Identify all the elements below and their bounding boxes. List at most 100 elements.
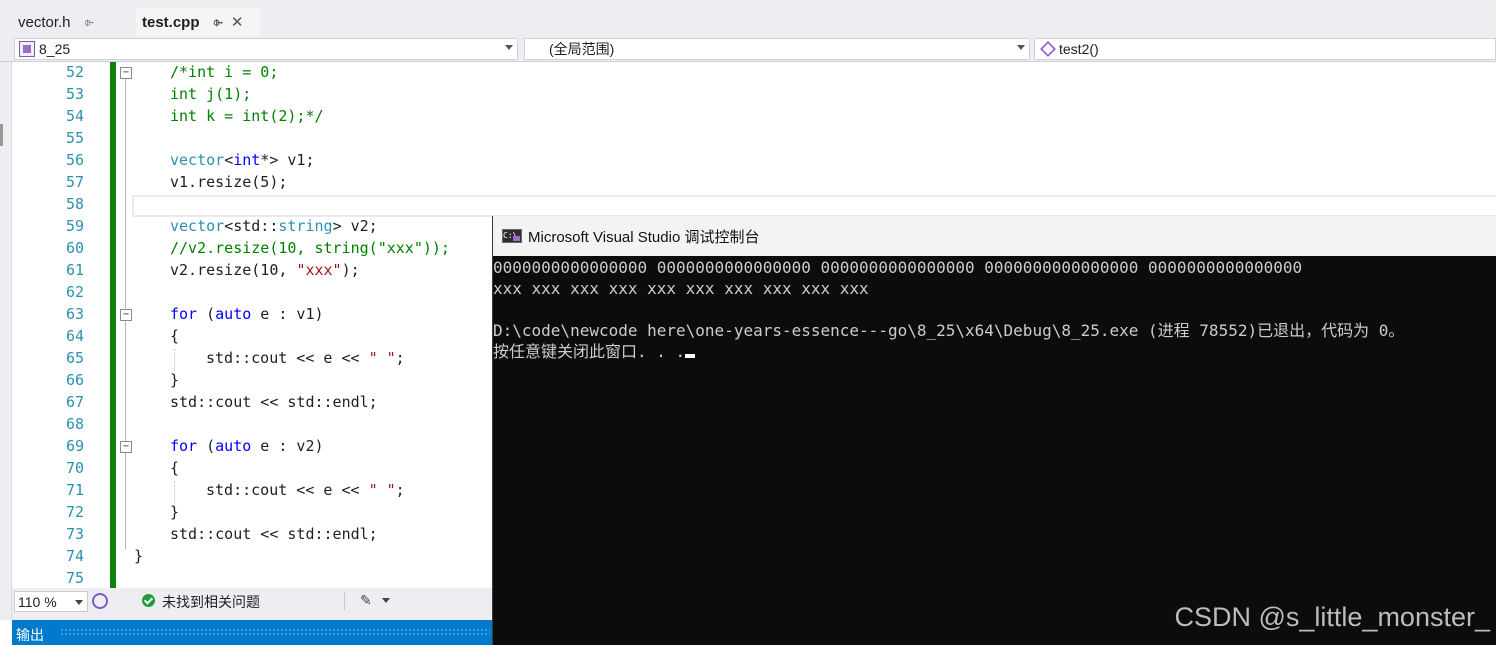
string-literal: " " <box>368 481 396 499</box>
line-number: 67 <box>65 393 84 411</box>
keyword-token: auto <box>215 437 252 455</box>
code-text: std::cout << e << <box>206 481 369 499</box>
keyword-token: for <box>170 305 198 323</box>
member-name: test2() <box>1059 41 1099 57</box>
code-text: e : v2) <box>251 437 324 455</box>
member-dropdown[interactable]: test2() <box>1034 38 1496 60</box>
keyword-token: for <box>170 437 198 455</box>
console-output-line: 0000000000000000 0000000000000000 000000… <box>493 258 1303 277</box>
code-line-56: vector<int*> v1; <box>170 151 315 169</box>
line-number: 61 <box>65 261 84 279</box>
code-line-73: std::cout << std::endl; <box>170 525 378 543</box>
code-line-66: } <box>170 371 179 389</box>
string-literal: " " <box>368 349 396 367</box>
line-number: 58 <box>65 195 84 213</box>
intellicode-icon[interactable] <box>92 593 108 609</box>
line-number: 57 <box>65 173 84 191</box>
comment: int k = int(2);*/ <box>170 107 324 125</box>
line-number: 59 <box>65 217 84 235</box>
close-icon[interactable]: ✕ <box>231 13 244 31</box>
project-name: 8_25 <box>39 41 71 57</box>
scope-name: (全局范围) <box>549 41 615 57</box>
indent-guide <box>174 349 175 371</box>
keyword-token: int <box>233 151 261 169</box>
project-dropdown[interactable]: 8_25 <box>14 38 518 60</box>
code-text: > v2; <box>332 217 378 235</box>
code-line-71: std::cout << e << " "; <box>206 481 405 499</box>
code-text: ; <box>395 481 405 499</box>
document-tab-strip: vector.h ⌱ test.cpp ⌱ ✕ <box>0 0 1496 36</box>
fold-toggle[interactable]: − <box>120 309 132 321</box>
code-line-59: vector<std::string> v2; <box>170 217 378 235</box>
current-line-highlight <box>132 195 1496 217</box>
code-text: ); <box>341 261 360 279</box>
console-title-bar[interactable]: C:\ Microsoft Visual Studio 调试控制台 <box>493 216 1496 256</box>
check-circle-icon <box>142 594 155 607</box>
line-number: 74 <box>65 547 84 565</box>
line-number: 64 <box>65 327 84 345</box>
code-line-70: { <box>170 459 179 477</box>
zoom-dropdown[interactable]: 110 % <box>14 591 88 612</box>
code-text: } <box>170 371 180 389</box>
zoom-level: 110 % <box>18 593 57 610</box>
code-line-74: } <box>134 547 143 565</box>
line-number: 62 <box>65 283 84 301</box>
code-text: } <box>170 503 180 521</box>
code-cleanup-icon[interactable]: ✎ <box>360 592 372 609</box>
indent-guide <box>174 481 175 503</box>
output-panel-header[interactable]: 输出 <box>12 620 492 645</box>
console-output-line: xxx xxx xxx xxx xxx xxx xxx xxx xxx xxx <box>493 279 869 298</box>
code-line-61: v2.resize(10, "xxx"); <box>170 261 360 279</box>
line-number: 56 <box>65 151 84 169</box>
code-line-72: } <box>170 503 179 521</box>
code-text: { <box>170 459 180 477</box>
code-line-65: std::cout << e << " "; <box>206 349 405 367</box>
line-number: 75 <box>65 569 84 587</box>
pin-icon[interactable]: ⌱ <box>85 15 94 30</box>
code-line-69: for (auto e : v2) <box>170 437 324 455</box>
comment: //v2.resize(10, string("xxx")); <box>170 239 450 257</box>
code-line-57: v1.resize(5); <box>170 173 287 191</box>
console-prompt-line: 按任意键关闭此窗口. . . <box>493 338 696 362</box>
string-literal: "xxx" <box>296 261 342 279</box>
line-number: 73 <box>65 525 84 543</box>
code-line-54: int k = int(2);*/ <box>170 107 324 125</box>
type-token: vector <box>170 151 225 169</box>
tab-vector-h[interactable]: vector.h ⌱ <box>12 8 136 36</box>
navigation-bar: 8_25 (全局范围) test2() <box>0 36 1496 62</box>
tab-label: vector.h <box>18 13 71 31</box>
pin-icon[interactable]: ⌱ <box>214 15 223 30</box>
code-line-63: for (auto e : v1) <box>170 305 324 323</box>
fold-toggle[interactable]: − <box>120 441 132 453</box>
change-tracking-bar <box>110 62 116 588</box>
scroll-marker <box>0 124 3 146</box>
chevron-down-icon[interactable] <box>505 45 513 50</box>
code-text: ; <box>395 349 405 367</box>
tab-label: test.cpp <box>142 13 200 31</box>
chevron-down-icon[interactable] <box>75 600 83 605</box>
chevron-down-icon[interactable] <box>1017 45 1025 50</box>
code-text: std::cout << e << <box>206 349 369 367</box>
fold-toggle[interactable]: − <box>120 67 132 79</box>
text-cursor <box>685 354 696 358</box>
drag-grip[interactable] <box>60 628 490 636</box>
project-icon <box>19 41 35 57</box>
code-line-64: { <box>170 327 179 345</box>
issues-status-text[interactable]: 未找到相关问题 <box>162 592 260 612</box>
line-number: 52 <box>65 63 84 81</box>
scope-dropdown[interactable]: (全局范围) <box>524 38 1030 60</box>
line-number: 70 <box>65 459 84 477</box>
line-number: 63 <box>65 305 84 323</box>
code-text: std::cout << std::endl; <box>170 393 378 411</box>
debug-console-window[interactable]: C:\ Microsoft Visual Studio 调试控制台 000000… <box>492 216 1496 645</box>
watermark: CSDN @s_little_monster_ <box>1174 602 1490 632</box>
console-title: Microsoft Visual Studio 调试控制台 <box>528 228 760 246</box>
type-token: vector <box>170 217 225 235</box>
code-text: v2.resize(10, <box>170 261 297 279</box>
line-number: 66 <box>65 371 84 389</box>
chevron-down-icon[interactable] <box>382 598 390 603</box>
code-text: } <box>134 547 144 565</box>
divider <box>344 592 345 610</box>
code-line-53: int j(1); <box>170 85 251 103</box>
tab-test-cpp[interactable]: test.cpp ⌱ ✕ <box>136 8 260 36</box>
